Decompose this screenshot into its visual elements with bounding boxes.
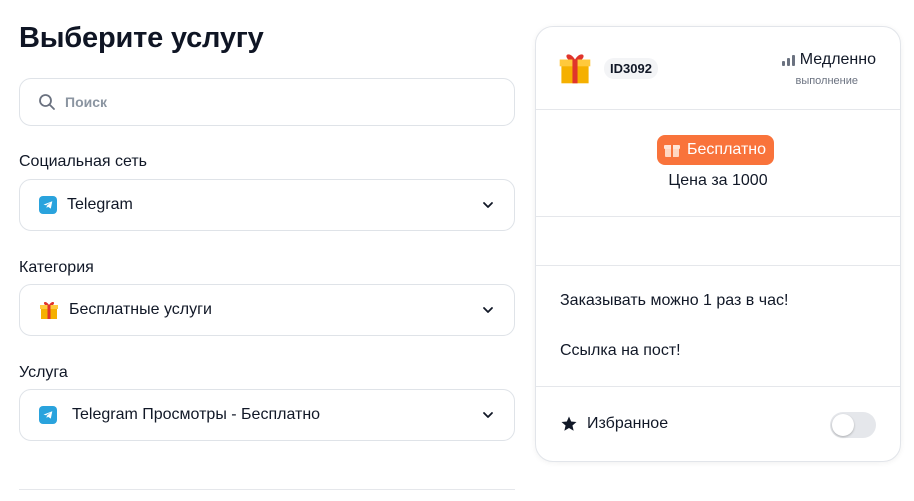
signal-bars-icon [781,54,795,66]
service-id-badge: ID3092 [604,58,658,79]
social-network-value: Telegram [67,196,133,213]
speed-value: Медленно [799,51,876,68]
service-value: Telegram Просмотры - Бесплатно [72,406,321,423]
service-card: ID3092 Медленно выполнение Бесплатно Цен… [535,26,901,462]
gift-icon [559,54,591,84]
price-section: Бесплатно Цена за 1000 [536,110,900,217]
search-box[interactable] [19,78,515,126]
telegram-icon [39,196,57,214]
chevron-down-icon [483,412,493,418]
search-icon [39,94,55,110]
star-icon [561,416,577,431]
free-badge: Бесплатно [657,135,775,165]
search-input[interactable] [65,94,485,110]
gift-icon [40,301,58,319]
speed-indicator: Медленно [781,51,876,69]
favorite-toggle[interactable] [830,412,876,438]
description-section: Заказывать можно 1 раз в час! Ссылка на … [536,266,900,387]
social-network-label: Социальная сеть [19,153,147,170]
chevron-down-icon [483,307,493,313]
speed-caption: выполнение [795,75,858,87]
description-line: Ссылка на пост! [560,342,681,359]
favorite-section: Избранное [536,387,900,461]
card-header: ID3092 Медленно выполнение [536,27,900,110]
service-label: Услуга [19,364,68,381]
page-title: Выберите услугу [19,22,264,54]
telegram-icon [39,406,57,424]
gift-icon [664,145,680,157]
chevron-down-icon [483,202,493,208]
favorite-label: Избранное [587,415,669,432]
category-label: Категория [19,259,94,276]
category-select[interactable]: Бесплатные услуги [19,284,515,336]
section-divider [19,489,515,490]
category-value: Бесплатные услуги [69,301,212,318]
service-select[interactable]: Telegram Просмотры - Бесплатно [19,389,515,441]
empty-section [536,217,900,266]
price-caption: Цена за 1000 [668,172,768,189]
social-network-select[interactable]: Telegram [19,179,515,231]
toggle-knob [832,414,854,436]
free-badge-label: Бесплатно [687,141,767,158]
description-line: Заказывать можно 1 раз в час! [560,292,789,309]
